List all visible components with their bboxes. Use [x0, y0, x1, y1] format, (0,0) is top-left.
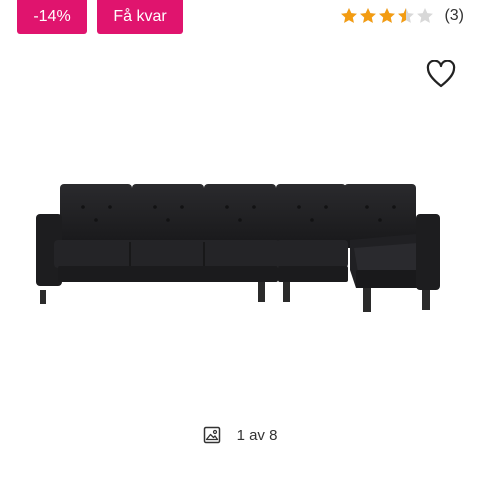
gallery-pager: 1 av 8: [0, 426, 480, 444]
product-rating[interactable]: (3): [340, 7, 464, 25]
product-image[interactable]: [20, 170, 460, 320]
star-icon: [360, 8, 377, 23]
discount-badge: -14%: [17, 0, 87, 34]
star-icon: [341, 8, 358, 23]
star-icon: [417, 8, 434, 23]
star-icon: [398, 8, 415, 23]
heart-icon[interactable]: [426, 60, 456, 88]
image-counter: 1 av 8: [236, 426, 278, 444]
review-count: (3): [444, 7, 464, 24]
star-icon: [379, 8, 396, 23]
low-stock-badge: Få kvar: [97, 0, 183, 34]
rating-stars: [340, 7, 434, 25]
image-icon: [203, 426, 220, 444]
